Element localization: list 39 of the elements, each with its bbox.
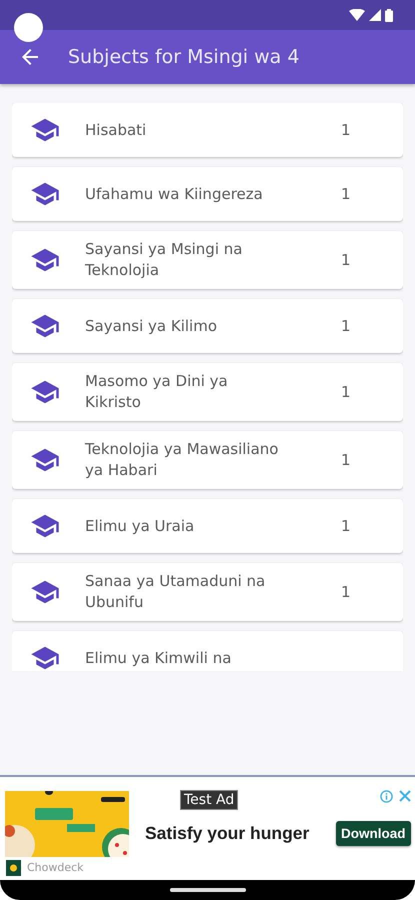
subject-count: 1	[341, 451, 352, 469]
subject-name: Masomo ya Dini ya Kikristo	[85, 371, 229, 413]
subject-name: Sayansi ya Msingi na Teknolojia	[85, 239, 244, 281]
subject-count: 1	[341, 517, 352, 535]
ad-label: Test Ad	[180, 790, 238, 810]
subject-name: Sayansi ya Kilimo	[85, 316, 218, 336]
subject-count: 1	[341, 583, 352, 601]
subject-count: 1	[341, 383, 352, 401]
close-icon[interactable]	[399, 790, 411, 802]
subject-card[interactable]: Hisabati 1	[12, 103, 403, 157]
subject-card[interactable]: Elimu ya Uraia 1	[12, 499, 403, 553]
subject-card[interactable]: Masomo ya Dini ya Kikristo 1	[12, 363, 403, 421]
status-overlay-circle	[14, 13, 43, 42]
wifi-icon	[349, 9, 365, 21]
subject-name: Sanaa ya Utamaduni na Ubunifu	[85, 571, 266, 613]
subject-card[interactable]: Teknolojia ya Mawasiliano ya Habari 1	[12, 431, 403, 489]
subject-name: Elimu ya Kimwili na	[85, 648, 232, 668]
subject-card[interactable]: Ufahamu wa Kiingereza 1	[12, 167, 403, 221]
screen-title: Subjects for Msingi wa 4	[68, 46, 300, 68]
download-button[interactable]: Download	[336, 821, 410, 846]
subject-count: 1	[341, 251, 352, 269]
subject-count: 1	[341, 185, 352, 203]
home-handle[interactable]	[170, 888, 246, 892]
subject-name: Ufahamu wa Kiingereza	[85, 184, 264, 204]
subject-count: 1	[341, 121, 352, 139]
signal-icon	[369, 9, 381, 21]
subject-card[interactable]: Elimu ya Kimwili na	[12, 631, 403, 671]
subject-name: Elimu ya Uraia	[85, 516, 196, 536]
subject-card[interactable]: Sayansi ya Kilimo 1	[12, 299, 403, 353]
ad-headline: Satisfy your hunger	[145, 823, 310, 844]
subject-name: Teknolojia ya Mawasiliano ya Habari	[85, 439, 280, 481]
subject-card[interactable]: Sayansi ya Msingi na Teknolojia 1	[12, 231, 403, 289]
advertiser-name: Chowdeck	[27, 861, 84, 874]
subject-card[interactable]: Sanaa ya Utamaduni na Ubunifu 1	[12, 563, 403, 621]
battery-icon	[385, 8, 393, 22]
advertiser-logo-icon	[6, 860, 21, 876]
info-icon[interactable]	[380, 790, 393, 803]
subject-count: 1	[341, 317, 352, 335]
subject-name: Hisabati	[85, 120, 148, 140]
